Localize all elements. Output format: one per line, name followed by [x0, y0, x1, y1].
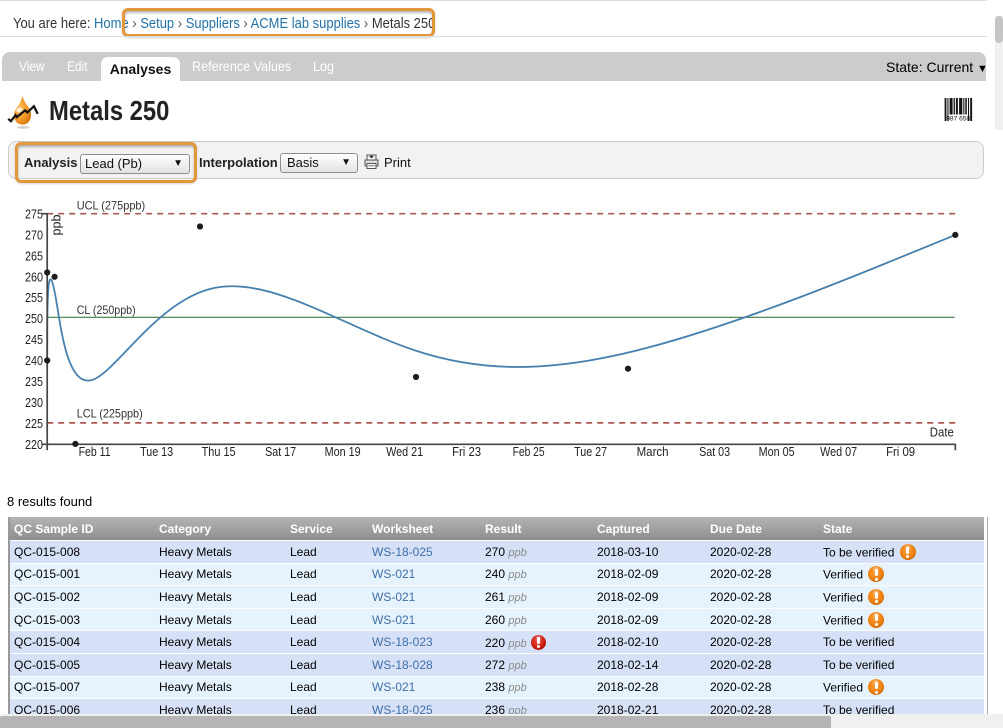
svg-text:Tue 13: Tue 13 — [140, 444, 173, 459]
svg-text:987 658: 987 658 — [946, 115, 970, 122]
svg-text:245: 245 — [25, 332, 43, 347]
svg-text:Tue 27: Tue 27 — [574, 444, 607, 459]
svg-text:225: 225 — [25, 416, 43, 431]
svg-text:265: 265 — [25, 248, 43, 263]
svg-text:Date: Date — [930, 425, 954, 440]
svg-text:Thu 15: Thu 15 — [202, 444, 236, 459]
svg-text:Mon 05: Mon 05 — [759, 444, 795, 459]
svg-text:LCL (225ppb): LCL (225ppb) — [77, 406, 143, 420]
svg-text:250: 250 — [25, 311, 43, 326]
svg-text:255: 255 — [25, 290, 43, 305]
svg-text:Wed 07: Wed 07 — [820, 444, 857, 459]
svg-text:ppb: ppb — [49, 215, 64, 236]
svg-text:230: 230 — [25, 395, 43, 410]
svg-text:Sat 03: Sat 03 — [699, 444, 730, 459]
svg-text:Sat 17: Sat 17 — [265, 444, 296, 459]
svg-text:240: 240 — [25, 353, 43, 368]
svg-text:270: 270 — [25, 227, 43, 242]
svg-text:Fri 23: Fri 23 — [452, 444, 481, 459]
svg-text:Feb 11: Feb 11 — [79, 444, 111, 459]
svg-text:March: March — [637, 444, 669, 459]
svg-text:UCL (275ppb): UCL (275ppb) — [77, 198, 146, 212]
svg-text:CL (250ppb): CL (250ppb) — [77, 303, 136, 317]
svg-text:260: 260 — [25, 269, 43, 284]
svg-text:Feb 25: Feb 25 — [513, 444, 545, 459]
svg-text:220: 220 — [25, 437, 43, 452]
svg-text:275: 275 — [25, 207, 43, 222]
svg-text:Fri 09: Fri 09 — [886, 444, 915, 459]
svg-text:Wed 21: Wed 21 — [386, 444, 423, 459]
svg-text:Mon 19: Mon 19 — [325, 444, 361, 459]
svg-text:235: 235 — [25, 374, 43, 389]
